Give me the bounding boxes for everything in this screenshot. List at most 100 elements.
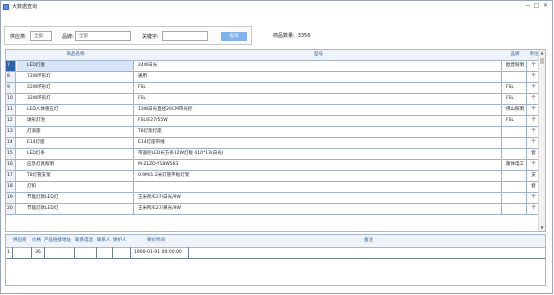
product-name-cell[interactable]: LED人体感应灯 [17, 105, 134, 115]
product-name-cell[interactable]: 应急灯具照明 [17, 160, 134, 170]
table-row[interactable]: 14 E14灯座 E14灯座带线个 [6, 138, 539, 149]
brand-combobox[interactable]: 全部 [75, 31, 131, 41]
row-number: 16 [6, 160, 16, 170]
brand-cell[interactable]: FSL [503, 94, 527, 104]
product-count: 商品数量: 3356 [273, 32, 310, 39]
model-cell[interactable]: 通用 [135, 72, 502, 82]
keyword-input[interactable] [162, 31, 208, 41]
product-name-cell[interactable]: LED灯盘 [17, 61, 134, 71]
row-number: 12 [6, 116, 16, 126]
scroll-down-icon[interactable]: ▼ [539, 225, 545, 231]
detail-header-note[interactable]: 备注 [364, 235, 373, 247]
table-row[interactable]: 12 球形灯泡 FSL/E27/55W FSL 个 [6, 116, 539, 127]
model-cell[interactable]: 24W白光 [135, 61, 502, 71]
detail-header-protector[interactable]: 保护人 [113, 235, 127, 247]
model-cell[interactable]: E14灯座带线 [135, 138, 502, 148]
column-header-name[interactable]: 商品名称 [17, 50, 134, 60]
brand-cell[interactable]: 佛山照明 [503, 105, 527, 115]
detail-cell-protector[interactable] [113, 247, 131, 258]
table-row[interactable]: 8 72W环形灯 通用个 [6, 72, 539, 83]
brand-cell[interactable] [503, 72, 527, 82]
product-count-label: 商品数量: [273, 33, 295, 39]
detail-cell-note[interactable] [189, 247, 545, 258]
table-row[interactable]: 10 32W环形灯 FSL FSL 个 [6, 94, 539, 105]
table-row[interactable]: 20 节能灯款LED灯 王米所/E27/黄光/9W 个 [6, 204, 539, 215]
detail-header-price[interactable]: 价格 [32, 235, 41, 247]
row-number: 9 [6, 83, 16, 93]
model-cell[interactable]: M-ZLZD-Y18W563 [135, 160, 502, 170]
table-row[interactable]: 9 22W环形灯 FSL FSL 个 [6, 83, 539, 94]
detail-header-link[interactable]: 产品链接地址 [44, 235, 71, 247]
table-row[interactable]: 19 节能灯款LED灯 王米所/E27/白光/9W 个 [6, 193, 539, 204]
brand-cell[interactable] [503, 149, 527, 159]
brand-cell[interactable]: 欧普照明 [503, 61, 527, 71]
brand-cell[interactable] [503, 171, 527, 181]
detail-cell-price[interactable]: 36 [32, 247, 45, 258]
model-cell[interactable]: 带遥控LED长方条12W灯板 410*13(白光) [135, 149, 502, 159]
brand-cell[interactable] [503, 127, 527, 137]
detail-cell-link[interactable] [45, 247, 75, 258]
column-header-model[interactable]: 型号 [135, 50, 502, 60]
product-name-cell[interactable]: T8灯管支架 [17, 171, 134, 181]
table-row[interactable]: 11 LED人体感应灯 13W白光直径26CM带光控 佛山照明个 [6, 105, 539, 116]
table-row[interactable]: 13 灯滚座 T8灯架灯座个 [6, 127, 539, 138]
maximize-button[interactable]: □ [532, 2, 541, 9]
detail-header-time[interactable]: 保价时间 [147, 235, 165, 247]
detail-cell-contact[interactable] [97, 247, 113, 258]
model-cell[interactable]: 13W白光直径26CM带光控 [135, 105, 502, 115]
brand-cell[interactable] [503, 204, 527, 214]
main-window: 大数据查询 — □ ✕ 供应类: 全部 品牌: 全部 关键字: 查询 商品数量:… [0, 0, 553, 294]
brand-cell[interactable]: 敬体电工 [503, 160, 527, 170]
product-name-cell[interactable]: 22W环形灯 [17, 83, 134, 93]
grid-vertical-scrollbar[interactable]: ▲ ▼ [538, 50, 545, 231]
product-name-cell[interactable]: 灯滚座 [17, 127, 134, 137]
product-name-cell[interactable]: 节能灯款LED灯 [17, 193, 134, 203]
supplier-detail-grid[interactable]: 供应商 价格 产品链接地址 联系电话 联系人 保护人 保价时间 备注 1 36 … [5, 234, 546, 286]
product-count-value: 3356 [297, 33, 311, 39]
product-name-cell[interactable]: 72W环形灯 [17, 72, 134, 82]
app-icon [3, 3, 9, 10]
column-header-brand[interactable]: 品牌 [503, 50, 527, 60]
model-cell[interactable]: FSL [135, 94, 502, 104]
model-cell[interactable]: 王米所/E27/白光/9W [135, 193, 502, 203]
table-row[interactable]: 16 应急灯具照明 M-ZLZD-Y18W563 敬体电工个 [6, 160, 539, 171]
brand-cell[interactable] [503, 182, 527, 192]
category-combobox[interactable]: 全部 [30, 31, 52, 41]
table-row[interactable]: 17 T8灯管支架 0.9M/1.2米灯管平板灯架支 [6, 171, 539, 182]
table-row[interactable]: 18 灯扣套 [6, 182, 539, 193]
brand-cell[interactable] [503, 138, 527, 148]
model-cell[interactable] [135, 182, 502, 192]
detail-cell-time[interactable]: 1900-01-01 00:00:00 [131, 247, 189, 258]
product-grid[interactable]: 商品名称 型号 品牌 单位 7 LED灯盘 24W白光 欧普照明个 8 72W环形灯 通用个… [5, 49, 546, 232]
product-name-cell[interactable]: E14灯座 [17, 138, 134, 148]
brand-cell[interactable]: FSL [503, 116, 527, 126]
scroll-up-icon[interactable]: ▲ [539, 50, 545, 56]
detail-header-supplier[interactable]: 供应商 [13, 235, 27, 247]
model-cell[interactable]: 王米所/E27/黄光/9W [135, 204, 502, 214]
row-number: 11 [6, 105, 16, 115]
brand-cell[interactable] [503, 193, 527, 203]
model-cell[interactable]: T8灯架灯座 [135, 127, 502, 137]
product-name-cell[interactable]: 灯扣 [17, 182, 134, 192]
minimize-button[interactable]: — [523, 2, 532, 9]
detail-row[interactable]: 1 36 1900-01-01 00:00:00 [6, 247, 545, 259]
keyword-label: 关键字: [142, 34, 159, 40]
product-name-cell[interactable]: 节能灯款LED灯 [17, 204, 134, 214]
category-label: 供应类: [10, 34, 27, 40]
model-cell[interactable]: FSL [135, 83, 502, 93]
brand-cell[interactable]: FSL [503, 83, 527, 93]
model-cell[interactable]: 0.9M/1.2米灯管平板灯架 [135, 171, 502, 181]
detail-cell-supplier[interactable] [13, 247, 32, 258]
query-button[interactable]: 查询 [221, 32, 247, 41]
product-name-cell[interactable]: LED灯条 [17, 149, 134, 159]
product-name-cell[interactable]: 球形灯泡 [17, 116, 134, 126]
detail-header-phone[interactable]: 联系电话 [75, 235, 93, 247]
scroll-thumb[interactable] [540, 58, 544, 64]
table-row[interactable]: 7 LED灯盘 24W白光 欧普照明个 [6, 61, 539, 72]
model-cell[interactable]: FSL/E27/55W [135, 116, 502, 126]
detail-header-contact[interactable]: 联系人 [97, 235, 111, 247]
close-button[interactable]: ✕ [541, 2, 550, 9]
product-name-cell[interactable]: 32W环形灯 [17, 94, 134, 104]
detail-cell-phone[interactable] [75, 247, 97, 258]
table-row[interactable]: 15 LED灯条 带遥控LED长方条12W灯板 410*13(白光) 套 [6, 149, 539, 160]
